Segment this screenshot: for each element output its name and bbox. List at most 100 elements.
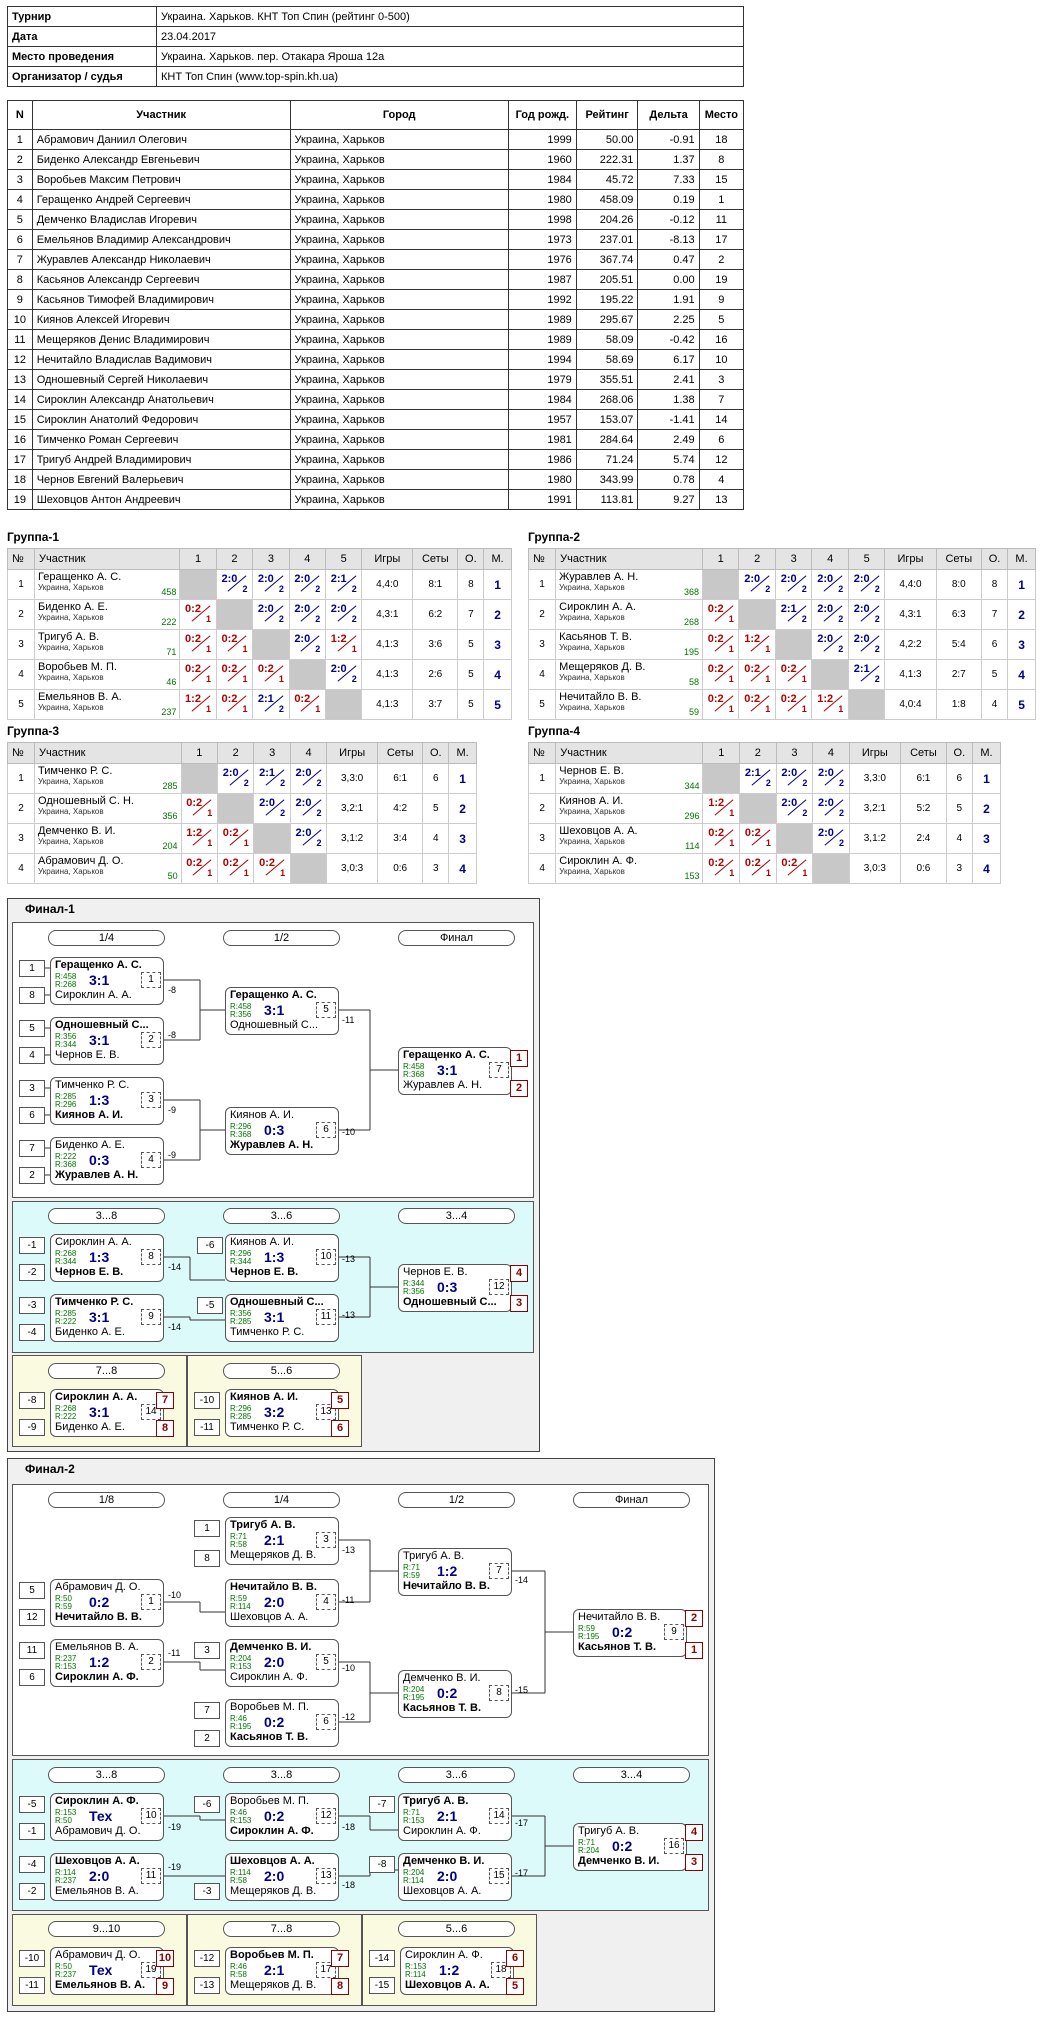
match-player-1: Тригуб А. В. [230,1519,296,1531]
match-player-1: Геращенко А. С. [55,959,142,971]
seed-box: -15 [369,1977,395,1994]
match-player-2: Тимченко Р. С. [230,1326,305,1338]
match-rating-2: R:296 [55,1100,77,1109]
match-player-2: Мещеряков Д. В. [230,1979,317,1991]
match-player-2: Тимченко Р. С. [230,1421,305,1433]
final-place-box: 10 [156,1950,174,1967]
final-place-box: 6 [331,1420,349,1437]
match-number: 4 [141,1152,161,1168]
match-box: Тригуб А. В. R:71 R:204 0:2 16 Демченко В. И. [573,1823,687,1871]
match-player-1: Киянов А. И. [230,1391,299,1403]
match-score: 1:2 [439,1962,460,1978]
seed-box: -4 [19,1856,45,1873]
advance-label: -12 [342,1712,356,1722]
match-score: 2:0 [437,1868,458,1884]
seed-box: 2 [194,1730,220,1747]
final-place-box: 8 [331,1978,349,1995]
match-box: Воробьев М. П. R:46 R:58 2:1 17 Мещеряков Д. … [225,1947,339,1995]
seed-box: 1 [19,960,45,977]
match-player-2: Емельянов В. А. [55,1885,139,1897]
match-player-1: Киянов А. И. [230,1236,295,1248]
seed-box: -10 [194,1392,220,1409]
match-box: Шеховцов А. А. R:114 R:237 2:0 11 Емельянов В… [50,1853,164,1901]
seed-box: -1 [19,1823,45,1840]
match-box: Тригуб А. В. R:71 R:58 2:1 3 Мещеряков Д. В. [225,1517,339,1565]
seed-box: -3 [194,1883,220,1900]
seed-box: -12 [194,1950,220,1967]
match-score: 3:1 [437,1062,458,1078]
match-number: 16 [664,1838,684,1854]
match-box: Чернов Е. В. R:344 R:356 0:3 12 Одношевный С.… [398,1264,512,1312]
match-player-1: Нечитайло В. В. [230,1581,317,1593]
match-box: Демченко В. И. R:204 R:114 2:0 15 Шеховцов А.… [398,1853,512,1901]
match-box: Геращенко А. С. R:458 R:268 3:1 1 Сироклин А.… [50,957,164,1005]
match-box: Нечитайло В. В. R:59 R:114 2:0 4 Шеховцов А. … [225,1579,339,1627]
match-player-2: Шеховцов А. А. [230,1611,309,1623]
match-score: Тех [89,1962,113,1978]
seed-box: -6 [197,1237,223,1254]
advance-label: -8 [168,1030,177,1040]
final-place-box: 4 [510,1265,528,1282]
match-number: 6 [316,1122,336,1138]
match-score: 0:2 [612,1838,633,1854]
match-box: Сироклин А. Ф. R:153 R:50 Тех 10 Абрамович Д.… [50,1793,164,1841]
advance-label: -14 [168,1322,182,1332]
match-score: 0:3 [89,1152,110,1168]
seed-box: -5 [19,1796,45,1813]
final-place-box: 2 [510,1080,528,1097]
match-rating-2: R:237 [55,1970,77,1979]
match-number: 1 [141,972,161,988]
final-place-box: 4 [685,1824,703,1841]
match-box: Демченко В. И. R:204 R:195 0:2 8 Касьянов Т. … [398,1670,512,1718]
match-player-2: Сироклин А. Ф. [55,1671,139,1683]
match-number: 12 [316,1808,336,1824]
match-player-1: Воробьев М. П. [230,1949,314,1961]
match-number: 13 [316,1868,336,1884]
round-header: 5...6 [223,1363,340,1379]
round-header: 9...10 [48,1921,165,1937]
advance-label: -8 [168,985,177,995]
advance-label: -10 [342,1127,356,1137]
advance-label: -14 [515,1575,529,1585]
final-place-box: 2 [685,1610,703,1627]
match-player-1: Демченко В. И. [403,1855,485,1867]
match-box: Шеховцов А. А. R:114 R:58 2:0 13 Мещеряков Д.… [225,1853,339,1901]
round-header: Финал [573,1492,690,1508]
final-place-box: 7 [331,1950,349,1967]
match-rating-2: R:114 [405,1970,426,1979]
match-score: 2:0 [264,1594,285,1610]
match-score: 3:1 [89,1032,110,1048]
match-score: 1:3 [89,1092,110,1108]
match-player-1: Шеховцов А. А. [55,1855,140,1867]
round-header: 5...6 [398,1921,515,1937]
seed-box: -11 [19,1977,45,1994]
match-player-2: Демченко В. И. [578,1855,660,1867]
match-rating-2: R:344 [55,1257,77,1266]
seed-box: 1 [194,1520,220,1537]
match-score: Тех [89,1808,113,1824]
match-player-2: Чернов Е. В. [55,1049,120,1061]
match-number: 4 [316,1594,336,1610]
match-box: Нечитайло В. В. R:59 R:195 0:2 9 Касьянов Т. … [573,1609,687,1657]
match-player-2: Сироклин А. Ф. [230,1671,308,1683]
match-number: 3 [141,1092,161,1108]
round-header: 7...8 [48,1363,165,1379]
round-header: 3...8 [48,1767,165,1783]
match-number: 2 [141,1032,161,1048]
round-header: 3...4 [398,1208,515,1224]
match-player-1: Сироклин А. А. [55,1391,138,1403]
seed-box: 3 [19,1080,45,1097]
seed-box: -4 [19,1324,45,1341]
match-box: Киянов А. И. R:296 R:344 1:3 10 Чернов Е. В. [225,1234,339,1282]
advance-label: -17 [515,1818,529,1828]
match-score: 1:3 [89,1249,110,1265]
match-player-1: Одношевный С... [230,1296,324,1308]
match-player-2: Одношевный С... [403,1296,497,1308]
match-box: Тимченко Р. С. R:285 R:296 1:3 3 Киянов А. И. [50,1077,164,1125]
seed-box: 6 [19,1107,45,1124]
match-player-2: Одношевный С... [230,1019,319,1031]
match-player-1: Сироклин А. А. [55,1236,132,1248]
match-number: 7 [489,1062,509,1078]
match-box: Геращенко А. С. R:458 R:368 3:1 7 Журавлев А.… [398,1047,512,1095]
match-box: Демченко В. И. R:204 R:153 2:0 5 Сироклин А. … [225,1639,339,1687]
